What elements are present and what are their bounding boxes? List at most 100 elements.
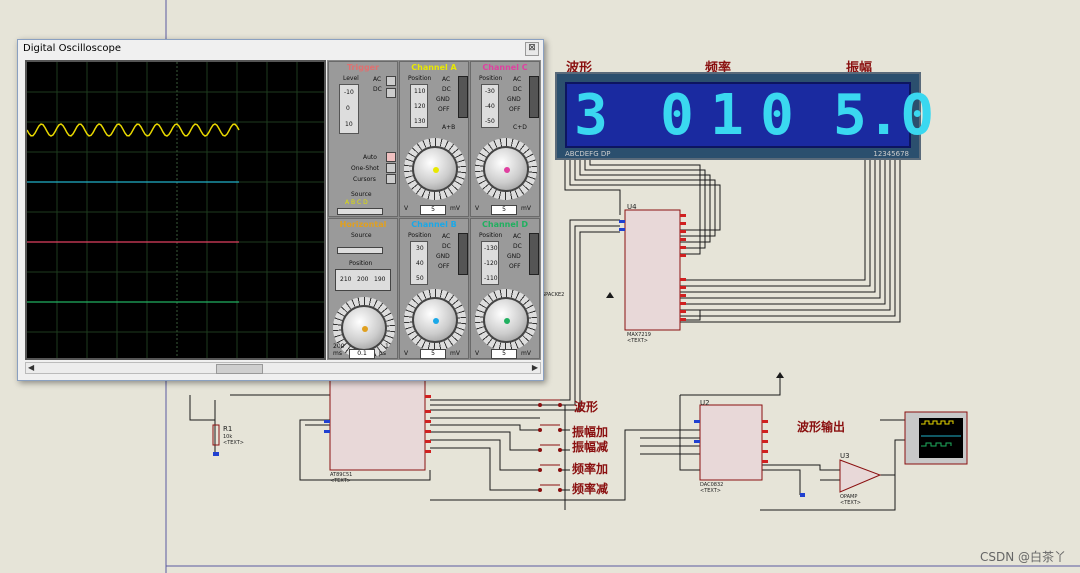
trigger-dc[interactable]: DC [373, 86, 382, 93]
trigger-scale-mid: 0 [346, 105, 350, 112]
trigger-level-slider[interactable]: -10 0 10 [339, 84, 359, 134]
digit-2: 0 [660, 83, 694, 148]
channel-c-ac[interactable]: AC [513, 76, 521, 83]
channel-d-volts-knob[interactable] [483, 297, 529, 343]
u4-ref: U4 [627, 203, 637, 211]
channel-a-dc[interactable]: DC [442, 86, 451, 93]
channel-b-value[interactable]: 5 [420, 349, 446, 359]
display-pins-segments: ABCDEFG DP [565, 150, 611, 158]
trigger-cursors[interactable]: Cursors [353, 176, 376, 183]
channel-b-pos-3: 50 [416, 275, 424, 282]
channel-a-volts-knob[interactable] [412, 146, 458, 192]
close-icon[interactable]: ⊠ [525, 42, 539, 56]
channel-d-section: Channel D Position -130 -120 -110 AC DC … [470, 218, 540, 359]
channel-c-position-slider[interactable]: -30 -40 -50 [481, 84, 499, 128]
channel-c-volts-knob[interactable] [483, 146, 529, 192]
trigger-auto[interactable]: Auto [363, 154, 377, 161]
horizontal-scale-2: 1 [385, 343, 389, 350]
channel-b-pos-1: 30 [416, 245, 424, 252]
trigger-one-shot[interactable]: One-Shot [351, 165, 379, 172]
channel-c-knob-marker [504, 167, 510, 173]
channel-a-combine[interactable]: A+B [442, 124, 455, 131]
trigger-dc-button[interactable] [386, 88, 396, 98]
trigger-auto-button[interactable] [386, 152, 396, 162]
horizontal-pos-3: 190 [374, 276, 386, 283]
channel-a-value[interactable]: 5 [420, 205, 446, 215]
trigger-scale-bot: 10 [345, 121, 353, 128]
channel-c-coupling-switch[interactable] [529, 76, 539, 118]
channel-a-gnd[interactable]: GND [436, 96, 450, 103]
trigger-scale-top: -10 [344, 89, 354, 96]
u2-ref: U2 [700, 399, 710, 407]
channel-d-coupling-switch[interactable] [529, 233, 539, 275]
channel-b-coupling-switch[interactable] [458, 233, 468, 275]
button-freq-up[interactable]: 频率加 [572, 460, 608, 477]
channel-d-pos-1: -130 [484, 245, 498, 252]
channel-d-ac[interactable]: AC [513, 233, 521, 240]
trigger-source-slider[interactable] [337, 208, 383, 215]
waveform-output-label: 波形输出 [797, 420, 846, 434]
trigger-cursors-button[interactable] [386, 174, 396, 184]
horizontal-time-knob[interactable] [341, 305, 387, 351]
channel-b-ac[interactable]: AC [442, 233, 450, 240]
channel-d-header: Channel D [482, 220, 528, 229]
channel-c-section: Channel C Position -30 -40 -50 AC DC GND… [470, 61, 540, 217]
channel-b-section: Channel B Position 30 40 50 AC DC GND OF… [399, 218, 469, 359]
horizontal-source-slider[interactable] [337, 247, 383, 254]
channel-c-v-unit: V [475, 205, 480, 212]
channel-b-position-label: Position [408, 232, 432, 239]
window-title: Digital Oscilloscope [23, 43, 121, 54]
channel-c-value[interactable]: 5 [491, 205, 517, 215]
channel-d-pos-3: -110 [484, 275, 498, 282]
trigger-source-options[interactable]: A B C D [345, 199, 368, 206]
oscilloscope-window[interactable]: Digital Oscilloscope ⊠ ◀ ▶ Trigger Level… [17, 39, 544, 381]
channel-b-knob-marker [433, 318, 439, 324]
channel-a-pos-1: 110 [414, 88, 426, 95]
channel-d-off[interactable]: OFF [509, 263, 521, 270]
u2-text: <TEXT> [700, 488, 721, 494]
channel-b-position-slider[interactable]: 30 40 50 [410, 241, 428, 285]
channel-a-position-slider[interactable]: 110 120 130 [410, 84, 428, 128]
scope-screen [25, 60, 326, 360]
channel-b-off[interactable]: OFF [438, 263, 450, 270]
channel-a-ac[interactable]: AC [442, 76, 450, 83]
channel-b-gnd[interactable]: GND [436, 253, 450, 260]
display-pins-digits: 12345678 [873, 150, 909, 158]
scope-traces [26, 62, 324, 358]
channel-c-header: Channel C [482, 63, 528, 72]
digit-1: 3 [574, 83, 608, 148]
channel-d-mv-unit: mV [521, 350, 531, 357]
trigger-ac-button[interactable] [386, 76, 396, 86]
channel-b-pos-2: 40 [416, 260, 424, 267]
horizontal-time-value[interactable]: 0.1 [349, 349, 375, 359]
channel-c-dc[interactable]: DC [513, 86, 522, 93]
trigger-ac[interactable]: AC [373, 76, 381, 83]
channel-b-mv-unit: mV [450, 350, 460, 357]
horizontal-ms-unit: ms [333, 350, 342, 357]
channel-c-off[interactable]: OFF [509, 106, 521, 113]
digit-3: 1 [710, 83, 744, 148]
channel-d-dc[interactable]: DC [513, 243, 522, 250]
channel-c-combine[interactable]: C+D [513, 124, 527, 131]
channel-b-volts-knob[interactable] [412, 297, 458, 343]
channel-a-coupling-switch[interactable] [458, 76, 468, 118]
channel-d-position-slider[interactable]: -130 -120 -110 [481, 241, 499, 285]
button-amp-down[interactable]: 振幅减 [572, 438, 608, 455]
horizontal-position-slider[interactable]: 210 200 190 [335, 269, 391, 291]
horizontal-scrollbar[interactable]: ◀ ▶ [25, 362, 541, 374]
scrollbar-thumb[interactable] [216, 364, 263, 374]
channel-b-dc[interactable]: DC [442, 243, 451, 250]
trigger-header: Trigger [346, 63, 380, 72]
channel-d-value[interactable]: 5 [491, 349, 517, 359]
channel-d-gnd[interactable]: GND [507, 253, 521, 260]
horizontal-section: Horizontal Source Position 210 200 190 2… [328, 218, 398, 359]
digit-4: 0 [760, 83, 794, 148]
trigger-one-shot-button[interactable] [386, 163, 396, 173]
u4-text: <TEXT> [627, 338, 648, 344]
channel-a-off[interactable]: OFF [438, 106, 450, 113]
channel-c-pos-3: -50 [485, 118, 495, 125]
channel-c-gnd[interactable]: GND [507, 96, 521, 103]
channel-a-section: Channel A Position 110 120 130 AC DC GND… [399, 61, 469, 217]
button-waveform[interactable]: 波形 [574, 398, 598, 415]
button-freq-down[interactable]: 频率减 [572, 480, 608, 497]
